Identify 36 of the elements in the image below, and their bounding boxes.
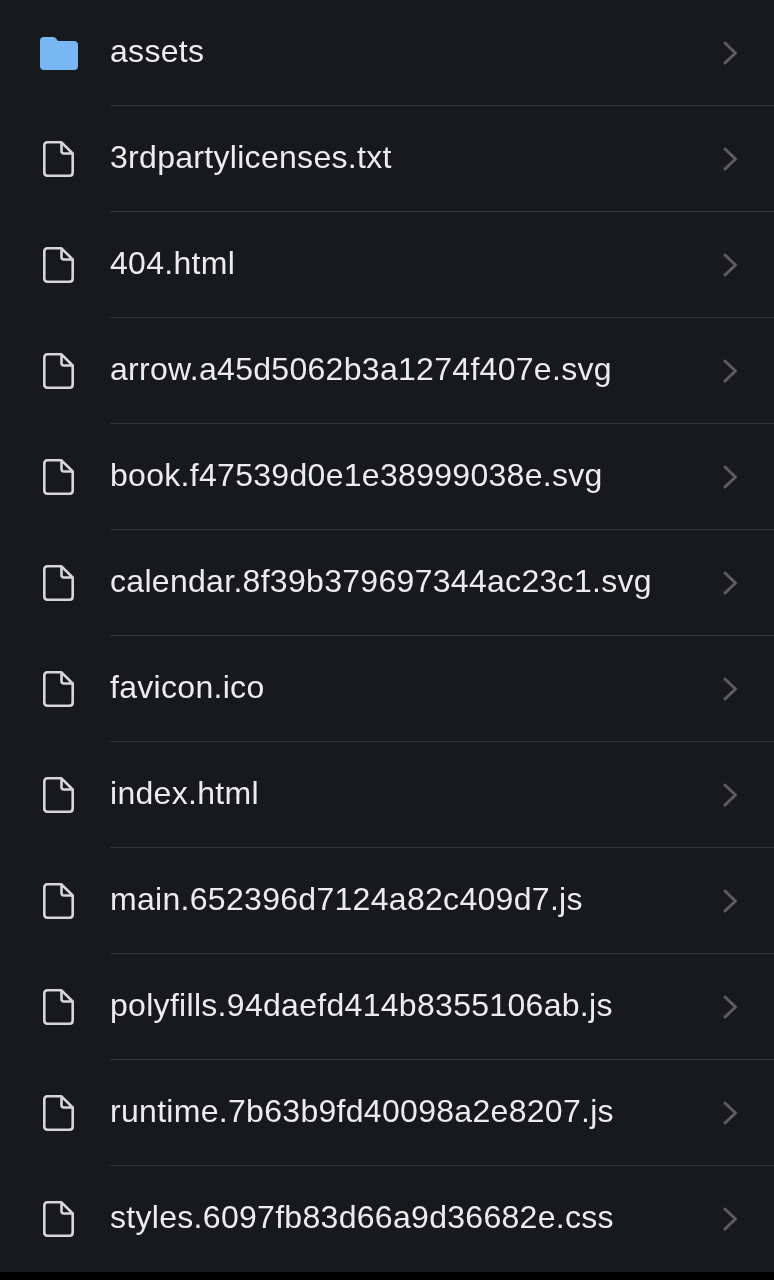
chevron-right-icon	[723, 888, 738, 913]
folder-icon	[39, 36, 78, 70]
file-list-item[interactable]: favicon.ico	[0, 636, 774, 742]
document-icon	[43, 989, 74, 1025]
document-icon	[43, 565, 74, 601]
document-icon	[43, 883, 74, 919]
document-icon	[43, 353, 74, 389]
chevron-right-icon	[723, 1100, 738, 1125]
chevron-right-icon	[723, 676, 738, 701]
chevron-right-icon	[723, 1206, 738, 1231]
file-list-item[interactable]: index.html	[0, 742, 774, 848]
chevron-right-icon	[723, 464, 738, 489]
file-list-item[interactable]: calendar.8f39b379697344ac23c1.svg	[0, 530, 774, 636]
file-list-item[interactable]: polyfills.94daefd414b8355106ab.js	[0, 954, 774, 1060]
document-icon	[43, 777, 74, 813]
document-icon	[43, 459, 74, 495]
chevron-right-icon	[723, 358, 738, 383]
chevron-right-icon	[723, 40, 738, 65]
file-list-item[interactable]: assets	[0, 0, 774, 106]
chevron-right-icon	[723, 782, 738, 807]
chevron-right-icon	[723, 570, 738, 595]
document-icon	[43, 671, 74, 707]
file-list-item[interactable]: 404.html	[0, 212, 774, 318]
chevron-right-icon	[723, 252, 738, 277]
document-icon	[43, 141, 74, 177]
document-icon	[43, 1095, 74, 1131]
file-list-item[interactable]: main.652396d7124a82c409d7.js	[0, 848, 774, 954]
chevron-right-icon	[723, 994, 738, 1019]
file-list-item[interactable]: styles.6097fb83d66a9d36682e.css	[0, 1166, 774, 1272]
chevron-right-icon	[723, 146, 738, 171]
file-list-item[interactable]: arrow.a45d5062b3a1274f407e.svg	[0, 318, 774, 424]
document-icon	[43, 1201, 74, 1237]
file-list-item[interactable]: book.f47539d0e1e38999038e.svg	[0, 424, 774, 530]
document-icon	[43, 247, 74, 283]
file-list-item[interactable]: runtime.7b63b9fd40098a2e8207.js	[0, 1060, 774, 1166]
file-list-item[interactable]: 3rdpartylicenses.txt	[0, 106, 774, 212]
